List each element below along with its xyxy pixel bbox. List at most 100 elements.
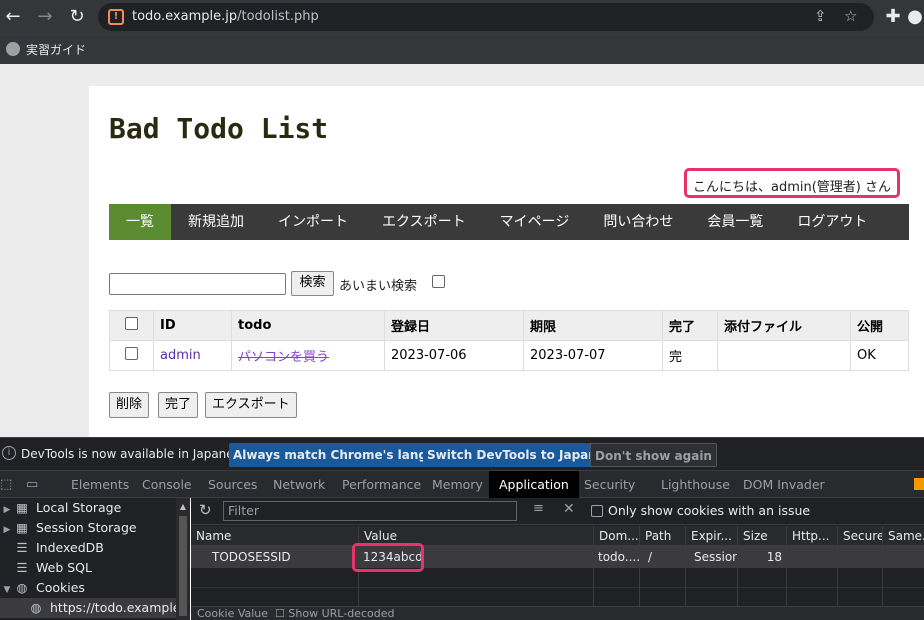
collapse-arrow-icon[interactable]: ▼ — [0, 580, 14, 600]
sidebar-item-session-storage[interactable]: ▶ ▦ Session Storage — [0, 518, 176, 538]
search-button[interactable]: 検索 — [291, 271, 334, 296]
expand-arrow-icon[interactable]: ▶ — [0, 500, 14, 520]
application-sidebar: ▶ ▦ Local Storage ▶ ▦ Session Storage ☰ Index… — [0, 498, 196, 620]
tab-lighthouse[interactable]: Lighthouse — [651, 471, 740, 498]
cookie-col-httponly[interactable]: Http... — [786, 526, 837, 546]
bookmark-item[interactable]: 実習ガイド — [6, 41, 86, 58]
scroll-up-icon[interactable]: ▲ — [176, 498, 190, 511]
fuzzy-search-checkbox[interactable] — [432, 275, 445, 288]
dont-show-again-button[interactable]: Don't show again — [590, 443, 717, 467]
nav-item-members[interactable]: 会員一覧 — [690, 204, 780, 240]
sidebar-item-indexeddb[interactable]: ☰ IndexedDB — [0, 538, 176, 558]
select-all-checkbox[interactable] — [125, 317, 138, 330]
column-divider — [882, 546, 883, 606]
expand-arrow-icon[interactable]: ▶ — [0, 520, 14, 540]
table-row: admin パソコンを買う 2023-07-06 2023-07-07 完 OK — [109, 340, 909, 371]
export-button[interactable]: エクスポート — [205, 392, 297, 418]
col-created: 登録日 — [384, 310, 524, 341]
tab-elements[interactable]: Elements — [61, 471, 139, 498]
forward-icon[interactable]: → — [32, 4, 58, 30]
issue-only-checkbox[interactable] — [591, 505, 603, 517]
clear-all-icon[interactable]: ≡ — [533, 501, 544, 516]
sidebar-item-websql[interactable]: ☰ Web SQL — [0, 558, 176, 578]
cookie-col-expires[interactable]: Expir... — [685, 526, 737, 546]
tab-security[interactable]: Security — [574, 471, 645, 498]
select-all-cell — [109, 310, 154, 341]
complete-button[interactable]: 完了 — [158, 392, 199, 418]
row-id-link[interactable]: admin — [160, 348, 201, 363]
row-created: 2023-07-06 — [384, 340, 524, 371]
bookmark-star-icon[interactable]: ☆ — [844, 7, 857, 25]
cookie-path: / — [648, 550, 653, 564]
sidebar-item-cookies[interactable]: ▼ ◍ Cookies — [0, 578, 176, 598]
sidebar-item-cookie-origin[interactable]: ◍ https://todo.example.jp — [0, 598, 196, 618]
site-warning-icon[interactable]: ! — [108, 9, 124, 25]
cookie-row[interactable]: TODOSESSID 1234abcd todo.... / Session 1… — [191, 546, 924, 568]
row-todo-link[interactable]: パソコンを買う — [238, 350, 329, 365]
extensions-icon[interactable]: ✚ — [880, 4, 906, 30]
device-toolbar-icon[interactable]: ▭ — [26, 477, 38, 492]
column-divider — [786, 546, 787, 606]
share-icon[interactable]: ⇪ — [814, 7, 827, 25]
column-divider — [737, 546, 738, 606]
table-header-row: ID todo 登録日 期限 完了 添付ファイル 公開 — [109, 310, 909, 341]
cookie-col-samesite[interactable]: Same... — [882, 526, 924, 546]
show-url-decoded-checkbox[interactable]: ☐ — [275, 607, 285, 620]
nav-item-add[interactable]: 新規追加 — [171, 204, 261, 240]
empty-cookie-row — [191, 588, 924, 608]
inspect-element-icon[interactable]: ⬚ — [0, 477, 12, 492]
page-title: Bad Todo List — [109, 112, 329, 145]
cookie-col-size[interactable]: Size — [737, 526, 786, 546]
url-host: todo.example.jp — [132, 9, 238, 24]
cookie-filter-input[interactable]: Filter — [223, 501, 517, 521]
nav-item-mypage[interactable]: マイページ — [483, 204, 587, 240]
column-divider — [593, 546, 594, 606]
tab-memory[interactable]: Memory — [422, 471, 493, 498]
todo-table: ID todo 登録日 期限 完了 添付ファイル 公開 admin パソコンを買… — [109, 310, 909, 371]
database-icon: ☰ — [16, 540, 28, 555]
browser-toolbar: ← → ↻ ! todo.example.jp/todolist.php ⇪ ☆… — [0, 0, 924, 34]
nav-item-import[interactable]: インポート — [261, 204, 365, 240]
row-due: 2023-07-07 — [523, 340, 663, 371]
scrollbar-thumb[interactable] — [179, 516, 187, 616]
tab-dom-invader[interactable]: DOM Invader — [733, 471, 835, 498]
sidebar-item-local-storage[interactable]: ▶ ▦ Local Storage — [0, 498, 176, 518]
issues-badge-icon[interactable] — [914, 478, 924, 490]
sidebar-label: https://todo.example.jp — [50, 600, 196, 615]
back-icon[interactable]: ← — [0, 4, 26, 30]
row-checkbox[interactable] — [125, 347, 138, 360]
refresh-icon[interactable]: ↻ — [199, 501, 212, 519]
nav-item-contact[interactable]: 問い合わせ — [586, 204, 690, 240]
nav-item-export[interactable]: エクスポート — [365, 204, 483, 240]
cookie-col-path[interactable]: Path — [639, 526, 685, 546]
url-path: /todolist.php — [237, 9, 319, 24]
col-due: 期限 — [523, 310, 663, 341]
tab-performance[interactable]: Performance — [332, 471, 431, 498]
nav-item-list[interactable]: 一覧 — [109, 204, 171, 240]
infobar-text: DevTools is now available in Japanese! — [21, 447, 253, 461]
delete-selected-icon[interactable]: ✕ — [563, 501, 575, 517]
column-divider — [639, 546, 640, 606]
sidebar-label: IndexedDB — [36, 540, 104, 555]
cookie-domain: todo.... — [598, 550, 639, 564]
greeting-text: こんにちは、admin(管理者) さん — [684, 168, 901, 198]
tab-application[interactable]: Application — [489, 471, 579, 498]
cookie-col-secure[interactable]: Secure — [837, 526, 882, 546]
search-input[interactable] — [109, 273, 286, 295]
reload-icon[interactable]: ↻ — [64, 4, 90, 30]
delete-button[interactable]: 削除 — [109, 392, 150, 418]
cookie-col-name[interactable]: Name — [191, 526, 358, 546]
tab-network[interactable]: Network — [263, 471, 335, 498]
nav-item-logout[interactable]: ログアウト — [780, 204, 884, 240]
col-done: 完了 — [662, 310, 718, 341]
cookie-icon: ◍ — [30, 600, 42, 615]
bookmarks-bar: 実習ガイド — [0, 34, 924, 64]
sidebar-scrollbar[interactable]: ▲ — [176, 498, 190, 620]
tab-sources[interactable]: Sources — [198, 471, 267, 498]
tab-console[interactable]: Console — [132, 471, 202, 498]
profile-icon[interactable]: ● — [906, 4, 924, 30]
url-text: todo.example.jp/todolist.php — [132, 9, 319, 24]
cookie-col-domain[interactable]: Dom... — [593, 526, 639, 546]
address-bar[interactable]: ! todo.example.jp/todolist.php ⇪ ☆ — [98, 3, 874, 31]
sidebar-label: Web SQL — [36, 560, 92, 575]
